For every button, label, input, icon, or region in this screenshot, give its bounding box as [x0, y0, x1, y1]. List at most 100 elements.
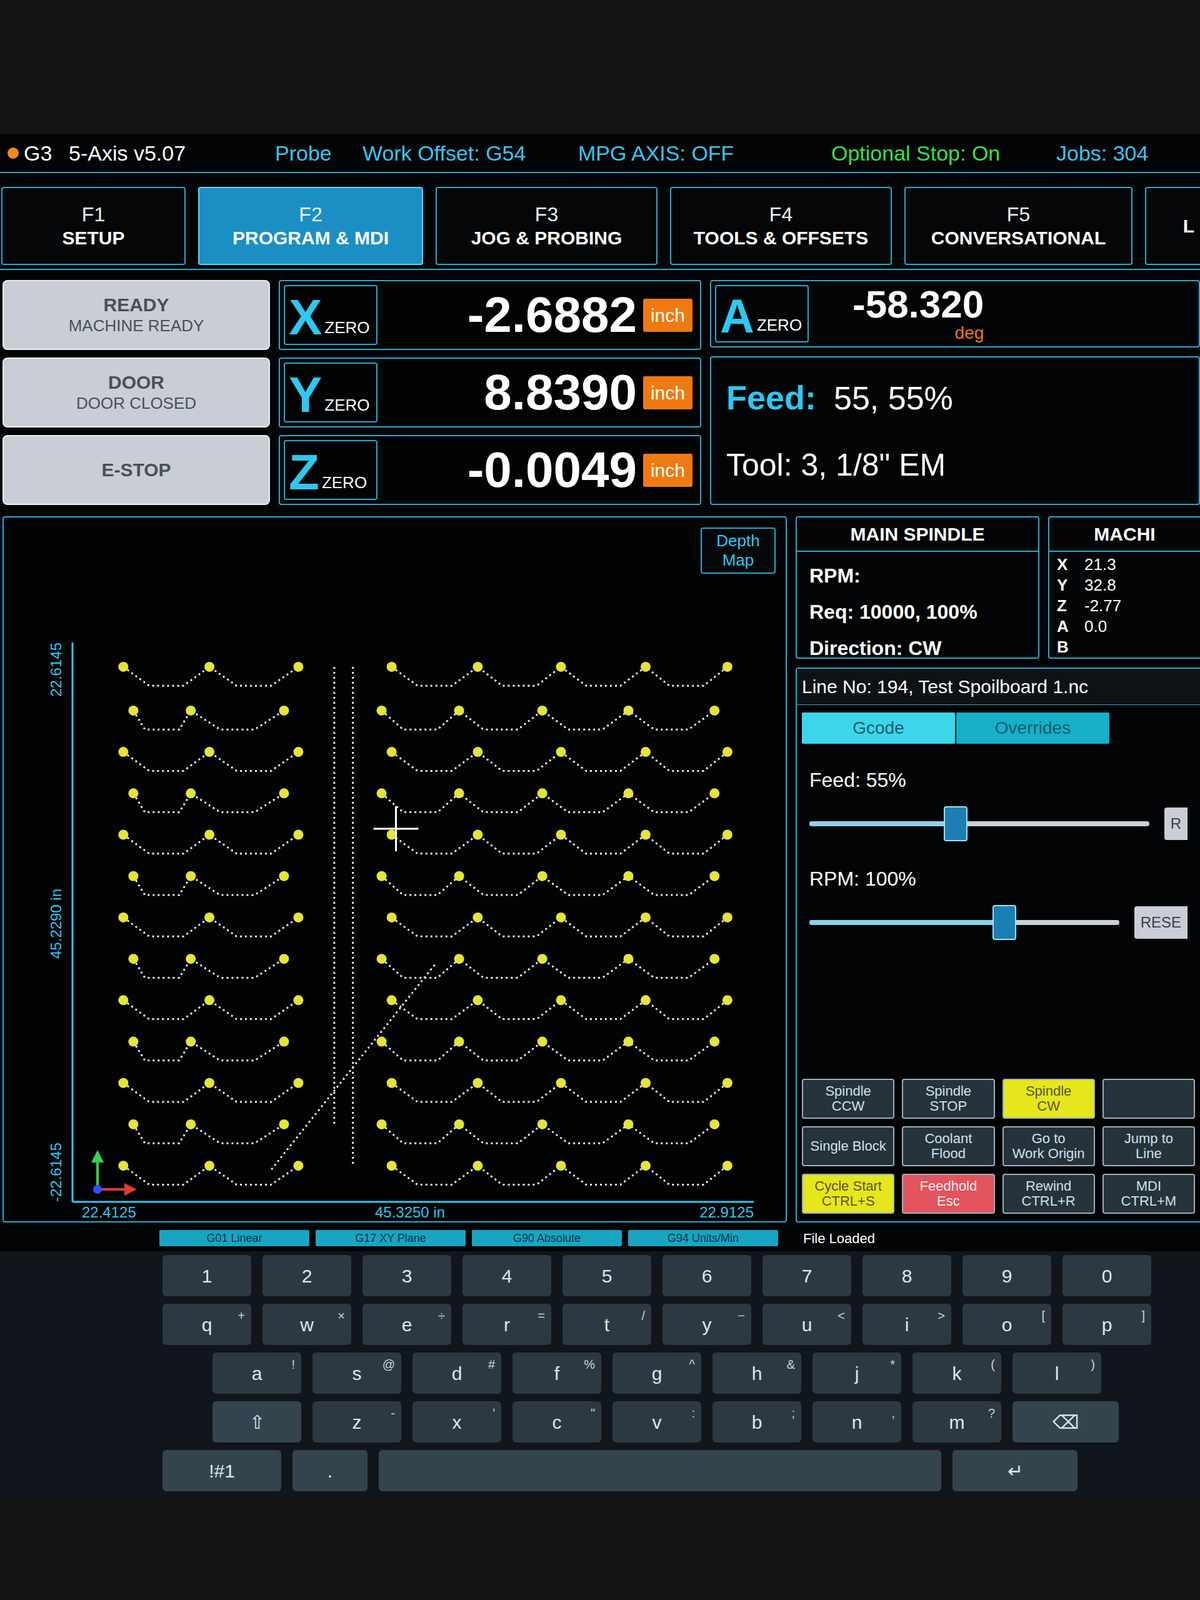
- dro-row: XZERO-2.6882inch: [278, 280, 702, 350]
- keyboard-key[interactable]: q+: [162, 1303, 252, 1345]
- keyboard-key[interactable]: .: [292, 1450, 368, 1492]
- keyboard-key[interactable]: ⌫: [1012, 1401, 1119, 1443]
- control-button-line: STOP: [930, 1098, 968, 1114]
- keyboard-key[interactable]: u<: [762, 1303, 852, 1345]
- keyboard-key[interactable]: ⇧: [212, 1401, 302, 1443]
- keyboard-key[interactable]: j*: [812, 1352, 902, 1394]
- tab[interactable]: F4TOOLS & OFFSETS: [670, 186, 892, 265]
- key-alt-label: #: [488, 1355, 495, 1374]
- feed-label: Feed:: [726, 372, 817, 424]
- slider-knob[interactable]: [943, 806, 968, 842]
- key-alt-label: <: [837, 1306, 845, 1325]
- program-header: Line No: 194, Test Spoilboard 1.nc: [796, 668, 1200, 705]
- toolpath-point: [556, 1078, 567, 1089]
- program-tab[interactable]: Gcode: [801, 712, 955, 744]
- rotary-zero-button[interactable]: AZERO: [715, 285, 809, 343]
- keyboard-key[interactable]: 2: [262, 1255, 352, 1297]
- keyboard-key[interactable]: d#: [412, 1352, 502, 1394]
- toolpath-point: [185, 788, 196, 799]
- tab[interactable]: L: [1145, 186, 1200, 265]
- control-button[interactable]: [1102, 1078, 1195, 1119]
- control-button[interactable]: MDICTRL+M: [1102, 1173, 1195, 1214]
- keyboard-key[interactable]: i>: [862, 1303, 952, 1345]
- toolpath-point: [128, 1036, 139, 1047]
- toolpath-point: [472, 995, 483, 1005]
- control-button[interactable]: Go toWork Origin: [1002, 1126, 1095, 1167]
- tab[interactable]: F5CONVERSATIONAL: [904, 186, 1133, 265]
- depth-map-button[interactable]: Depth Map: [700, 527, 776, 574]
- keyboard-key[interactable]: 5: [562, 1255, 652, 1297]
- toolpath-point: [293, 1160, 304, 1171]
- keyboard-key[interactable]: g^: [612, 1352, 702, 1394]
- control-button-line: Feedhold: [920, 1178, 978, 1194]
- keyboard-key[interactable]: x': [412, 1401, 502, 1443]
- keyboard-key[interactable]: w×: [262, 1303, 352, 1345]
- keyboard-key[interactable]: 1: [162, 1255, 252, 1297]
- slider-row: R: [809, 805, 1188, 843]
- key-alt-label: ÷: [438, 1306, 445, 1325]
- keyboard-key[interactable]: s@: [312, 1352, 402, 1394]
- keyboard-key[interactable]: c": [512, 1401, 602, 1443]
- key-alt-label: ": [590, 1403, 595, 1423]
- y-axis-line: [71, 642, 74, 1202]
- keyboard-key[interactable]: a!: [212, 1352, 302, 1394]
- control-button[interactable]: CoolantFlood: [901, 1126, 995, 1167]
- slider-track[interactable]: [809, 821, 1150, 827]
- keyboard-key[interactable]: t/: [562, 1303, 652, 1345]
- keyboard-key[interactable]: v:: [612, 1401, 702, 1443]
- keyboard-key[interactable]: e÷: [362, 1303, 452, 1345]
- control-button[interactable]: Jump toLine: [1102, 1126, 1195, 1167]
- keyboard-key[interactable]: 3: [362, 1255, 452, 1297]
- keyboard-key[interactable]: n,: [812, 1401, 902, 1443]
- status-button[interactable]: READYMACHINE READY: [2, 280, 270, 350]
- dro-zero-button[interactable]: YZERO: [283, 362, 378, 423]
- reset-button[interactable]: RESE: [1134, 906, 1188, 939]
- keyboard-key[interactable]: l): [1012, 1352, 1102, 1394]
- keyboard-key[interactable]: [378, 1450, 942, 1492]
- control-button[interactable]: Single Block: [801, 1126, 895, 1167]
- control-button[interactable]: SpindleCW: [1002, 1078, 1095, 1119]
- toolpath-point: [278, 953, 289, 964]
- keyboard-key[interactable]: r=: [462, 1303, 552, 1345]
- slider-knob[interactable]: [992, 905, 1017, 940]
- keyboard-key[interactable]: 6: [662, 1255, 752, 1297]
- status-button[interactable]: DOORDOOR CLOSED: [2, 357, 270, 428]
- keyboard-key[interactable]: f%: [512, 1352, 602, 1394]
- control-button[interactable]: FeedholdEsc: [901, 1173, 995, 1214]
- dro-zero-button[interactable]: ZZERO: [283, 440, 378, 500]
- key-label: 6: [701, 1261, 713, 1290]
- x-span-label: 45.3250 in: [375, 1203, 445, 1221]
- toolpath-point: [128, 705, 139, 716]
- control-button[interactable]: Cycle StartCTRL+S: [801, 1173, 895, 1214]
- slider-track[interactable]: [809, 920, 1120, 925]
- tab[interactable]: F1SETUP: [1, 186, 186, 265]
- keyboard-key[interactable]: 7: [762, 1255, 852, 1297]
- key-alt-label: ;: [791, 1403, 795, 1423]
- keyboard-key[interactable]: !#1: [162, 1450, 282, 1492]
- key-label: q: [201, 1310, 213, 1339]
- tab[interactable]: F2PROGRAM & MDI: [198, 186, 424, 265]
- keyboard-key[interactable]: k(: [912, 1352, 1002, 1394]
- reset-button[interactable]: R: [1164, 807, 1188, 840]
- keyboard-key[interactable]: h&: [712, 1352, 802, 1394]
- control-button[interactable]: RewindCTRL+R: [1002, 1173, 1095, 1214]
- keyboard-key[interactable]: 0: [1062, 1255, 1152, 1297]
- keyboard-key[interactable]: 8: [862, 1255, 952, 1297]
- program-tab[interactable]: Overrides: [956, 712, 1110, 744]
- status-button[interactable]: E-STOP: [2, 435, 270, 505]
- control-button[interactable]: SpindleCCW: [801, 1078, 895, 1119]
- machine-value: 32.8: [1084, 575, 1117, 596]
- keyboard-key[interactable]: m?: [912, 1401, 1002, 1443]
- control-button[interactable]: SpindleSTOP: [901, 1078, 995, 1119]
- keyboard-key[interactable]: y−: [662, 1303, 752, 1345]
- keyboard-key[interactable]: ↵: [952, 1450, 1078, 1492]
- keyboard-key[interactable]: p]: [1062, 1303, 1152, 1345]
- dro-zero-button[interactable]: XZERO: [283, 285, 378, 345]
- keyboard-key[interactable]: 4: [462, 1255, 552, 1297]
- keyboard-key[interactable]: o[: [962, 1303, 1052, 1345]
- toolpath-point: [118, 912, 129, 923]
- keyboard-key[interactable]: z-: [312, 1401, 402, 1443]
- tab[interactable]: F3JOG & PROBING: [435, 186, 658, 265]
- keyboard-key[interactable]: b;: [712, 1401, 802, 1443]
- keyboard-key[interactable]: 9: [962, 1255, 1052, 1297]
